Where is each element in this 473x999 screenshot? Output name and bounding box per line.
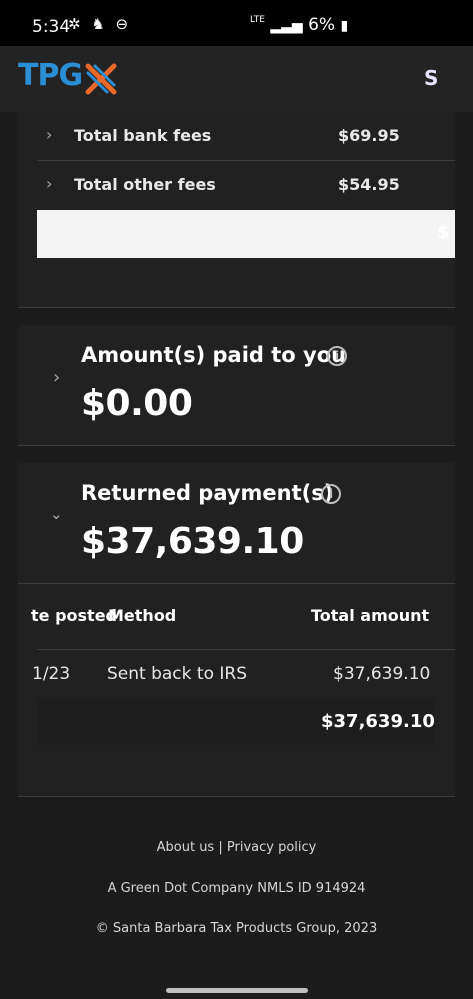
status-right: LTE ▂▃▅ 6% ▮: [250, 15, 348, 35]
company-line: A Green Dot Company NMLS ID 914924: [107, 881, 366, 896]
fees-total-cutoff: $: [437, 222, 450, 243]
about-us-link[interactable]: About us: [157, 840, 215, 855]
lte-icon: LTE: [250, 15, 265, 25]
info-icon[interactable]: i: [327, 346, 347, 366]
fee-label: Total other fees: [74, 175, 216, 194]
returned-payments-value: $37,639.10: [81, 521, 304, 562]
notification-icons: ✲ ♞ ⊖: [68, 15, 132, 33]
fees-total-bar: $: [37, 210, 455, 258]
footer-links: About us | Privacy policy: [0, 840, 473, 855]
chevron-right-icon: ›: [46, 174, 53, 193]
amount-paid-title: Amount(s) paid to you: [81, 343, 347, 367]
returned-payments-title: Returned payment(s): [81, 481, 334, 505]
user-avatar[interactable]: S: [424, 66, 438, 90]
row-method: Sent back to IRS: [107, 664, 247, 684]
table-header-row: te posted Method Total amount: [18, 584, 455, 648]
privacy-policy-link[interactable]: Privacy policy: [227, 840, 316, 855]
row-date: 1/23: [32, 664, 71, 684]
fee-value: $54.95: [338, 175, 400, 194]
table-row: 1/23 Sent back to IRS $37,639.10: [18, 650, 455, 698]
amount-paid-value: $0.00: [81, 383, 193, 424]
logo-mark-icon: [85, 63, 117, 95]
home-indicator[interactable]: [166, 988, 308, 993]
fee-label: Total bank fees: [74, 126, 212, 145]
divider: [18, 445, 455, 446]
chevron-down-icon: ⌄: [50, 505, 63, 523]
table-total-row: $37,639.10: [37, 699, 435, 745]
status-time: 5:34: [32, 17, 71, 37]
divider: [18, 796, 455, 797]
copyright: © Santa Barbara Tax Products Group, 2023: [95, 921, 378, 936]
column-header-date: te posted: [31, 606, 117, 625]
column-header-method: Method: [108, 606, 177, 625]
table-total-value: $37,639.10: [321, 711, 435, 732]
chevron-right-icon: ›: [46, 125, 53, 144]
fee-row-bank[interactable]: › Total bank fees $69.95: [37, 112, 455, 160]
fee-row-other[interactable]: › Total other fees $54.95: [37, 161, 455, 209]
column-header-total: Total amount: [311, 606, 430, 625]
logo-text[interactable]: TPG: [18, 58, 83, 93]
battery-icon: ▮: [340, 18, 349, 34]
fee-value: $69.95: [338, 126, 400, 145]
battery-percent: 6%: [308, 15, 336, 35]
info-icon[interactable]: i: [321, 484, 341, 504]
row-amount: $37,639.10: [333, 664, 431, 684]
chevron-right-icon: ›: [53, 367, 61, 388]
signal-icon: ▂▃▅: [270, 18, 303, 34]
divider: [18, 307, 455, 308]
footer-separator: |: [218, 840, 223, 855]
